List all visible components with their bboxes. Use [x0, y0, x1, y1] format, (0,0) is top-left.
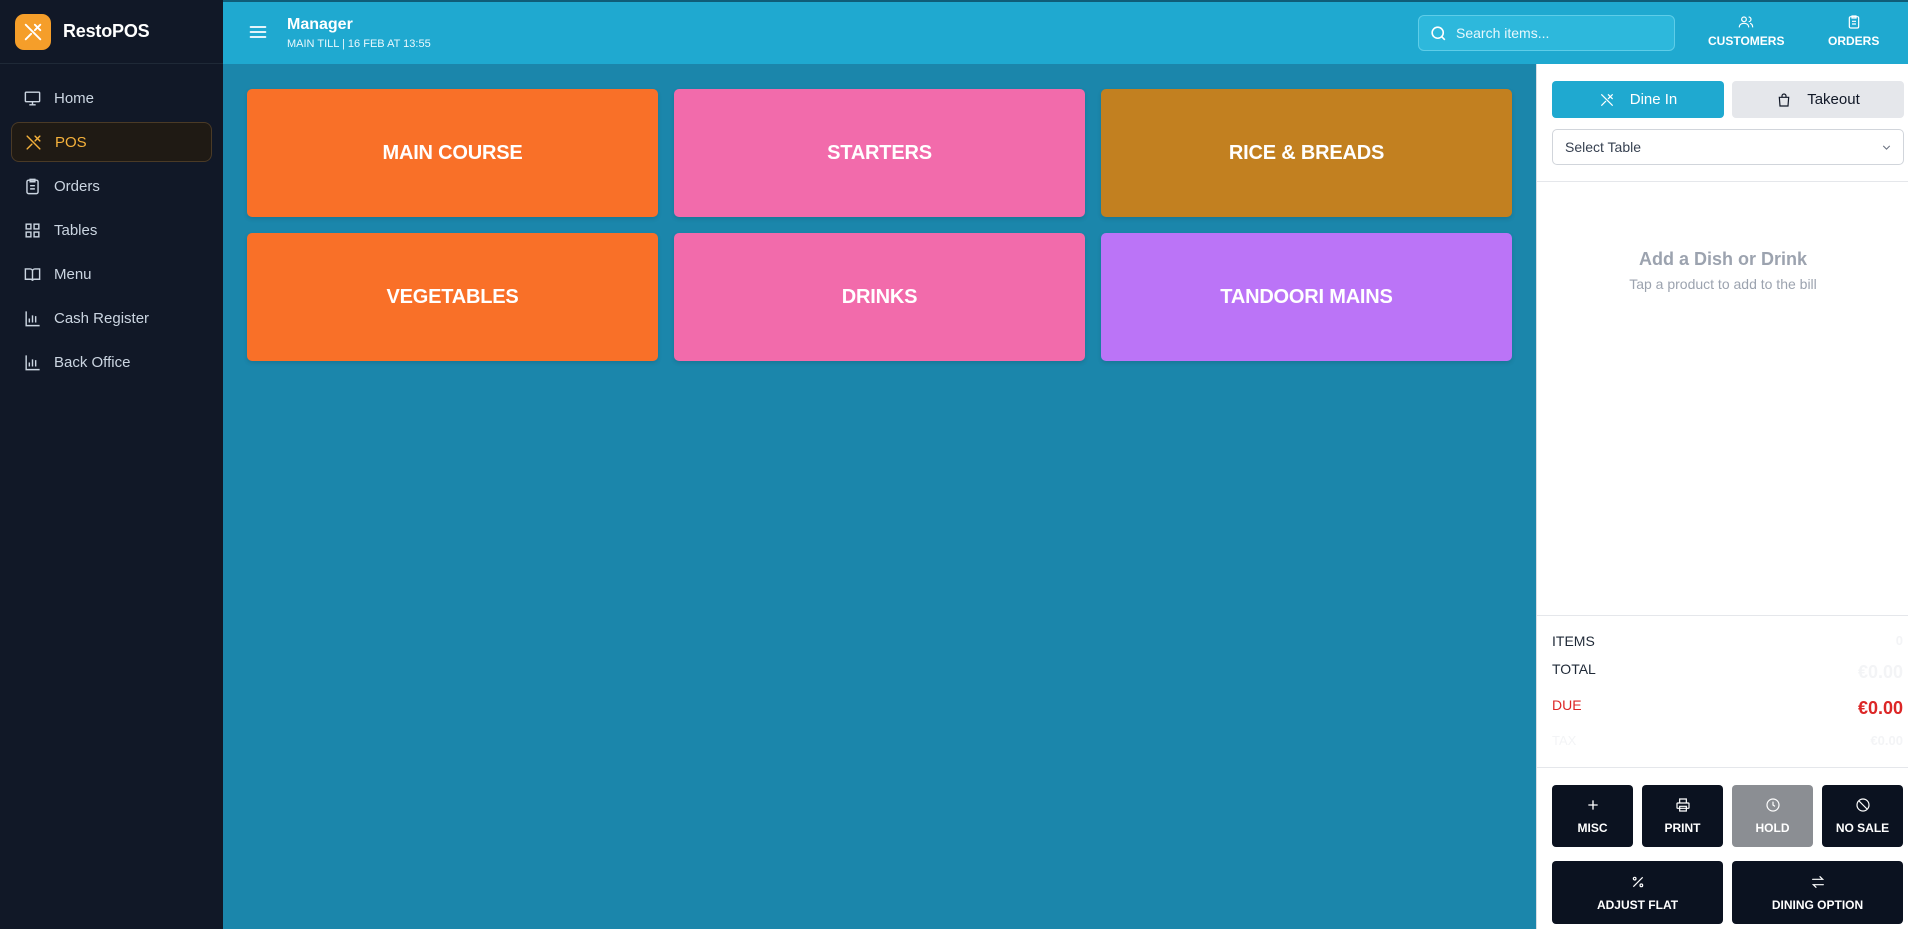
- category-tile[interactable]: MAIN COURSE: [247, 89, 658, 217]
- due-value: €0.00: [1857, 698, 1903, 718]
- header-title: Manager: [287, 16, 353, 33]
- utensils-icon: [1600, 93, 1613, 106]
- adjust-flat-button[interactable]: ADJUST FLAT: [1552, 861, 1723, 924]
- search-box: [1418, 15, 1675, 51]
- adjust-flat-label: ADJUST FLAT: [1596, 897, 1679, 912]
- category-label: STARTERS: [827, 141, 932, 164]
- clipboard-icon: [26, 178, 39, 194]
- order-panel: Dine In Takeout Select Table Add a Dish …: [1536, 64, 1908, 929]
- sidebar-item-label: Tables: [54, 221, 98, 239]
- hamburger-menu-icon[interactable]: [248, 22, 268, 42]
- header-subtitle: MAIN TILL | 16 FEB AT 13:55: [287, 38, 431, 50]
- sidebar-nav: Home POS Orders Tables Menu Cash Registe…: [0, 64, 223, 382]
- customers-button[interactable]: CUSTOMERS: [1708, 14, 1784, 48]
- sidebar-item-label: Home: [54, 89, 95, 107]
- hold-button[interactable]: HOLD: [1732, 785, 1813, 847]
- category-label: MAIN COURSE: [382, 141, 523, 164]
- sidebar-item-cash-register[interactable]: Cash Register: [11, 298, 212, 338]
- sidebar-item-back-office[interactable]: Back Office: [11, 342, 212, 382]
- clock-icon: [1765, 798, 1780, 812]
- select-table-value: Select Table: [1565, 139, 1642, 155]
- no-sale-button[interactable]: NO SALE: [1822, 785, 1903, 847]
- no-sale-label: NO SALE: [1835, 821, 1890, 835]
- category-label: DRINKS: [841, 285, 918, 308]
- print-label: PRINT: [1664, 821, 1701, 835]
- items-value: 0: [1895, 633, 1903, 648]
- bar-chart-icon: [25, 310, 40, 326]
- total-value: €0.00: [1857, 662, 1903, 682]
- sidebar-item-label: POS: [55, 133, 87, 151]
- select-table-dropdown[interactable]: Select Table: [1552, 129, 1904, 165]
- swap-arrows-icon: [1811, 875, 1824, 888]
- misc-button[interactable]: MISC: [1552, 785, 1633, 847]
- shopping-bag-icon: [1778, 92, 1790, 107]
- category-grid: MAIN COURSE STARTERS RICE & BREADS VEGET…: [247, 89, 1512, 361]
- sidebar-item-label: Orders: [54, 177, 100, 195]
- sidebar: RestoPOS Home POS Orders Tables Menu Cas…: [0, 0, 223, 929]
- misc-label: MISC: [1577, 821, 1608, 835]
- sidebar-item-tables[interactable]: Tables: [11, 210, 212, 250]
- takeout-tab[interactable]: Takeout: [1732, 81, 1904, 118]
- total-label: TOTAL: [1552, 661, 1596, 677]
- empty-cart-subtitle: Tap a product to add to the bill: [1629, 276, 1817, 292]
- sidebar-item-pos[interactable]: POS: [11, 122, 212, 162]
- utensils-logo-icon: [15, 13, 51, 50]
- users-icon: [1738, 16, 1754, 28]
- top-header: Manager MAIN TILL | 16 FEB AT 13:55 CUST…: [223, 0, 1908, 64]
- search-input[interactable]: [1456, 25, 1666, 41]
- divider: [1537, 615, 1908, 616]
- dine-in-label: Dine In: [1629, 91, 1678, 108]
- category-tile[interactable]: DRINKS: [674, 233, 1085, 361]
- orders-label: ORDERS: [1828, 34, 1880, 48]
- grid-icon: [25, 222, 40, 238]
- items-label: ITEMS: [1552, 633, 1595, 649]
- plus-icon: [1587, 800, 1598, 810]
- brand: RestoPOS: [0, 0, 223, 64]
- dining-option-label: DINING OPTION: [1771, 897, 1864, 912]
- hold-label: HOLD: [1755, 821, 1790, 835]
- divider: [1537, 767, 1908, 768]
- category-label: TANDOORI MAINS: [1220, 285, 1393, 308]
- print-button[interactable]: PRINT: [1642, 785, 1723, 847]
- percent-icon: [1632, 876, 1643, 887]
- category-label: VEGETABLES: [386, 285, 519, 308]
- orders-button[interactable]: ORDERS: [1828, 14, 1879, 48]
- tax-value: €0.00: [1870, 733, 1903, 748]
- category-tile[interactable]: RICE & BREADS: [1101, 89, 1512, 217]
- sidebar-item-orders[interactable]: Orders: [11, 166, 212, 206]
- sidebar-item-menu[interactable]: Menu: [11, 254, 212, 294]
- divider: [1537, 181, 1908, 182]
- tax-label: TAX: [1552, 733, 1577, 748]
- customers-label: CUSTOMERS: [1708, 34, 1785, 48]
- category-label: RICE & BREADS: [1228, 141, 1385, 164]
- app-name: RestoPOS: [63, 21, 150, 41]
- sidebar-item-label: Cash Register: [54, 309, 150, 327]
- ban-icon: [1855, 798, 1870, 812]
- utensils-icon: [26, 134, 41, 150]
- chevron-down-icon: [1882, 145, 1891, 150]
- category-tile[interactable]: STARTERS: [674, 89, 1085, 217]
- category-tile[interactable]: TANDOORI MAINS: [1101, 233, 1512, 361]
- dining-option-button[interactable]: DINING OPTION: [1732, 861, 1903, 924]
- sidebar-item-label: Back Office: [54, 353, 131, 371]
- monitor-icon: [24, 90, 41, 106]
- sidebar-item-label: Menu: [54, 265, 92, 283]
- clipboard-icon: [1848, 15, 1859, 29]
- dine-in-tab[interactable]: Dine In: [1552, 81, 1724, 118]
- due-label: DUE: [1552, 697, 1582, 713]
- search-icon: [1431, 25, 1446, 40]
- sidebar-item-home[interactable]: Home: [11, 78, 212, 118]
- category-tile[interactable]: VEGETABLES: [247, 233, 658, 361]
- bar-chart-icon: [25, 354, 40, 370]
- book-icon: [24, 267, 41, 281]
- empty-cart-title: Add a Dish or Drink: [1638, 249, 1808, 269]
- printer-icon: [1675, 798, 1690, 812]
- takeout-label: Takeout: [1807, 91, 1860, 108]
